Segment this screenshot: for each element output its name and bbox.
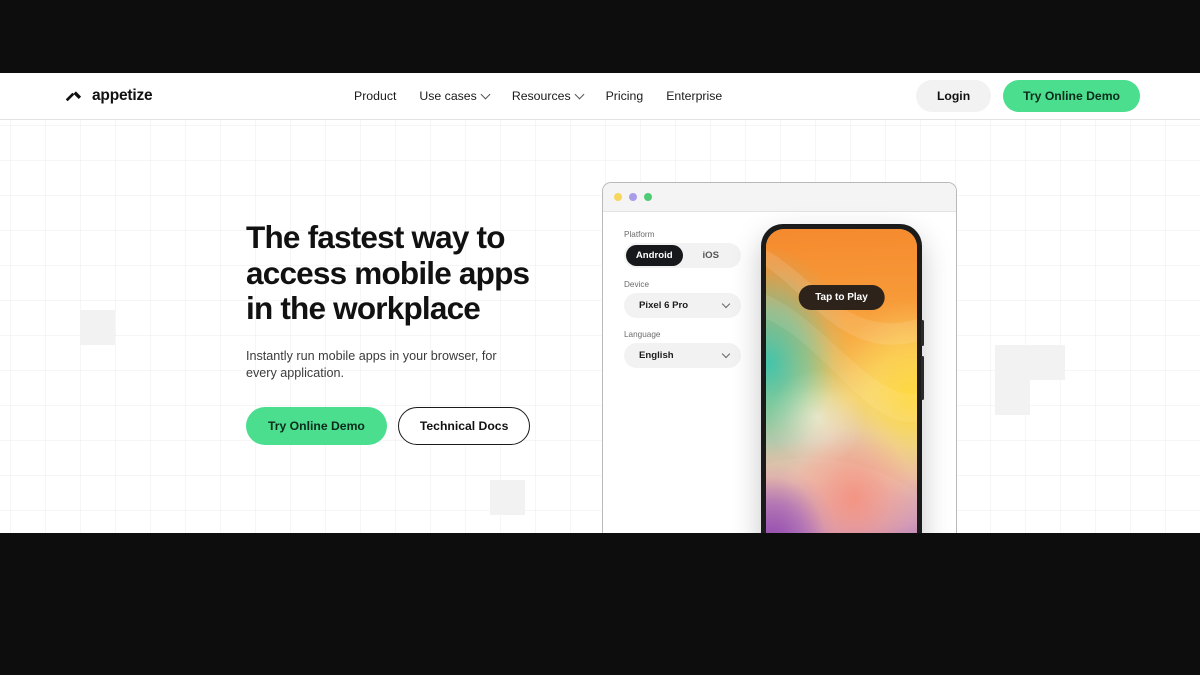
hero-try-online-demo-button[interactable]: Try Online Demo <box>246 406 387 445</box>
platform-control: Platform Android iOS <box>624 230 744 268</box>
nav-label: Enterprise <box>666 89 723 103</box>
chevron-down-icon <box>721 349 731 358</box>
phone-mockup: Tap to Play <box>761 224 924 533</box>
window-dot-yellow-icon[interactable] <box>614 193 622 201</box>
device-control: Device Pixel 6 Pro <box>624 280 744 318</box>
nav-item-use-cases[interactable]: Use cases <box>419 89 491 103</box>
grid-accent-cell <box>1030 345 1065 380</box>
hero-title-line2: access mobile apps <box>246 254 530 291</box>
demo-panel: Platform Android iOS Device Pixel 6 Pro … <box>602 182 957 533</box>
nav-item-resources[interactable]: Resources <box>511 89 585 103</box>
tap-to-play-button[interactable]: Tap to Play <box>798 285 885 310</box>
demo-window-titlebar <box>603 183 956 212</box>
platform-label: Platform <box>624 230 655 239</box>
background-grid <box>0 120 1200 533</box>
platform-option-ios[interactable]: iOS <box>683 245 740 266</box>
wallpaper-swoosh-icon <box>766 249 917 533</box>
phone-screen[interactable]: Tap to Play <box>766 229 917 533</box>
phone-power-button <box>921 356 924 400</box>
hero-content: The fastest way to access mobile apps in… <box>246 219 546 445</box>
site-header: appetize Product Use cases Resources Pri… <box>0 73 1200 120</box>
bottom-letterbox-bar <box>0 533 1200 675</box>
header-actions: Login Try Online Demo <box>915 80 1140 112</box>
demo-controls: Platform Android iOS Device Pixel 6 Pro … <box>624 230 744 380</box>
grid-accent-cell <box>995 345 1030 380</box>
nav-item-product[interactable]: Product <box>354 89 396 103</box>
chevron-down-icon <box>574 89 585 99</box>
page-root: appetize Product Use cases Resources Pri… <box>0 0 1200 675</box>
brand-logo[interactable]: appetize <box>64 87 153 106</box>
main-navigation: Product Use cases Resources Pricing Ente… <box>354 89 722 103</box>
language-control: Language English <box>624 330 744 368</box>
grid-accent-cell <box>490 480 525 515</box>
hero-title-part1: The <box>246 219 308 255</box>
language-label: Language <box>624 330 661 339</box>
chevron-down-icon <box>480 89 491 99</box>
device-select[interactable]: Pixel 6 Pro <box>624 293 741 318</box>
page-title: The fastest way to access mobile apps in… <box>246 219 546 327</box>
device-label: Device <box>624 280 650 289</box>
grid-accent-cell <box>995 380 1030 415</box>
nav-label: Use cases <box>419 89 477 103</box>
appetize-logo-icon <box>64 87 83 106</box>
top-letterbox-bar <box>0 0 1200 73</box>
technical-docs-button[interactable]: Technical Docs <box>397 406 531 445</box>
device-selected-value: Pixel 6 Pro <box>639 300 689 311</box>
platform-option-android[interactable]: Android <box>626 245 683 266</box>
hero-title-highlight: fastest <box>307 219 404 255</box>
language-select[interactable]: English <box>624 343 741 368</box>
hero-subtitle: Instantly run mobile apps in your browse… <box>246 348 497 380</box>
hero-stage: The fastest way to access mobile apps in… <box>0 120 1200 533</box>
hero-title-line3: in the workplace <box>246 290 481 326</box>
login-button[interactable]: Login <box>915 80 992 112</box>
hero-cta-row: Try Online Demo Technical Docs <box>246 406 546 445</box>
window-dot-purple-icon[interactable] <box>629 193 637 201</box>
nav-label: Product <box>354 89 397 103</box>
nav-label: Resources <box>511 89 571 103</box>
phone-volume-button <box>921 320 924 346</box>
grid-accent-cell <box>80 310 115 345</box>
language-selected-value: English <box>639 350 674 361</box>
platform-segmented-control: Android iOS <box>624 243 741 268</box>
nav-item-enterprise[interactable]: Enterprise <box>666 89 722 103</box>
header-try-online-demo-button[interactable]: Try Online Demo <box>1003 80 1140 112</box>
hero-title-part2: way to <box>403 219 505 255</box>
nav-item-pricing[interactable]: Pricing <box>606 89 644 103</box>
brand-name: appetize <box>92 87 153 104</box>
chevron-down-icon <box>721 299 731 308</box>
nav-label: Pricing <box>605 89 644 103</box>
window-dot-green-icon[interactable] <box>644 193 652 201</box>
